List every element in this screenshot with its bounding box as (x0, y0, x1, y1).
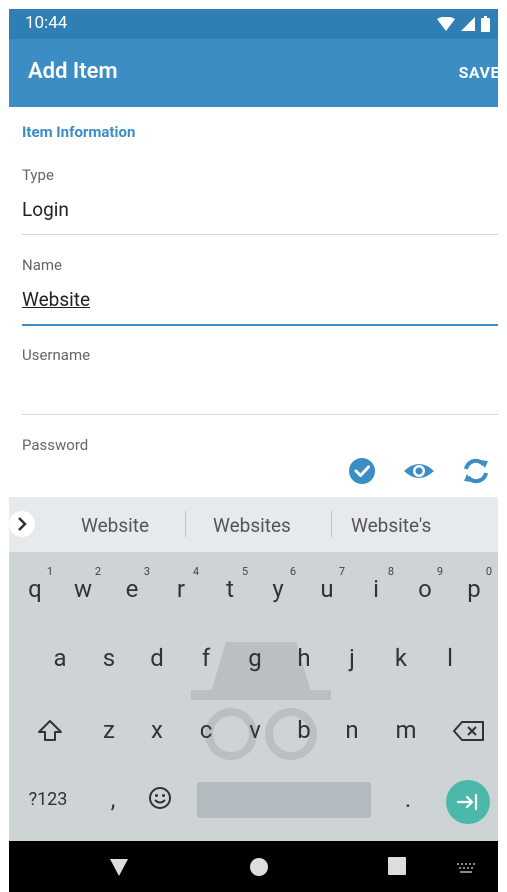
status-icons (437, 16, 490, 32)
key-d[interactable]: d (137, 644, 177, 672)
key-p[interactable]: p0 (454, 565, 494, 603)
symbols-key[interactable]: ?123 (21, 789, 75, 810)
page-title: Add Item (28, 59, 118, 84)
eye-icon[interactable] (403, 457, 435, 485)
suggestion-strip: Website Websites Website's (9, 497, 498, 552)
emoji-key[interactable] (140, 786, 180, 816)
key-label: q (28, 575, 42, 603)
key-label: e (125, 575, 139, 603)
expand-suggestions-button[interactable] (9, 511, 35, 537)
username-label: Username (22, 346, 91, 364)
key-label: p (467, 575, 481, 603)
key-m[interactable]: m (386, 716, 426, 744)
system-nav-bar (9, 841, 498, 892)
username-divider (22, 414, 498, 415)
home-icon[interactable] (249, 857, 269, 877)
type-label: Type (22, 166, 54, 184)
key-q[interactable]: q1 (15, 565, 55, 603)
back-icon[interactable] (109, 857, 129, 877)
check-password-icon[interactable] (348, 457, 376, 485)
key-w[interactable]: w2 (63, 565, 103, 603)
name-label: Name (22, 256, 62, 274)
key-hint: 0 (485, 565, 492, 578)
key-label: o (418, 575, 432, 603)
name-underline (22, 324, 498, 326)
key-b[interactable]: b (284, 716, 324, 744)
backspace-icon (453, 721, 484, 741)
password-label: Password (22, 436, 89, 454)
soft-keyboard: Website Websites Website's q1 w2 e3 r4 t… (9, 497, 498, 841)
generate-password-icon[interactable] (462, 457, 490, 485)
key-hint: 1 (46, 565, 53, 578)
next-field-key[interactable] (446, 780, 490, 824)
key-h[interactable]: h (284, 644, 324, 672)
comma-key[interactable]: , (93, 785, 133, 813)
username-input[interactable] (22, 369, 498, 413)
key-l[interactable]: l (430, 644, 470, 672)
key-c[interactable]: c (186, 716, 226, 744)
key-hint: 2 (94, 565, 101, 578)
type-select[interactable]: Login (22, 198, 69, 221)
wifi-icon (437, 17, 455, 31)
key-label: y (272, 575, 284, 603)
key-k[interactable]: k (381, 644, 421, 672)
backspace-key[interactable] (449, 720, 489, 748)
key-hint: 8 (387, 565, 394, 578)
password-input[interactable] (22, 457, 338, 493)
key-label: w (73, 575, 93, 603)
key-f[interactable]: f (186, 644, 226, 672)
section-title: Item Information (22, 123, 136, 141)
chevron-right-icon (18, 517, 27, 531)
key-label: t (226, 575, 234, 603)
key-e[interactable]: e3 (112, 565, 152, 603)
suggestion-item[interactable]: Website (81, 514, 149, 537)
key-hint: 9 (436, 565, 443, 578)
name-input[interactable]: Website (22, 288, 90, 311)
key-o[interactable]: o9 (405, 565, 445, 603)
shift-icon (38, 720, 62, 741)
key-z[interactable]: z (89, 716, 129, 744)
key-n[interactable]: n (332, 716, 372, 744)
key-hint: 7 (338, 565, 345, 578)
key-i[interactable]: i8 (356, 565, 396, 603)
key-hint: 3 (143, 565, 150, 578)
item-form: Item Information Type Login Name Website… (9, 107, 498, 497)
key-g[interactable]: g (235, 644, 275, 672)
suggestion-divider (331, 511, 332, 537)
shift-key[interactable] (30, 718, 70, 750)
app-bar: Add Item SAVE (9, 39, 500, 107)
key-a[interactable]: a (40, 644, 80, 672)
key-j[interactable]: j (332, 644, 372, 672)
period-key[interactable]: . (388, 785, 428, 813)
signal-icon (461, 17, 475, 31)
key-r[interactable]: r4 (161, 565, 201, 603)
key-y[interactable]: y6 (258, 565, 298, 603)
key-s[interactable]: s (89, 644, 129, 672)
suggestion-item[interactable]: Website's (351, 514, 431, 537)
status-time: 10:44 (25, 13, 68, 33)
key-hint: 6 (289, 565, 296, 578)
key-t[interactable]: t5 (210, 565, 250, 603)
type-divider (22, 234, 498, 235)
key-u[interactable]: u7 (307, 565, 347, 603)
key-hint: 4 (192, 565, 199, 578)
battery-icon (481, 16, 490, 32)
emoji-icon (149, 787, 171, 809)
key-x[interactable]: x (137, 716, 177, 744)
suggestion-item[interactable]: Websites (213, 514, 291, 537)
tab-next-icon (457, 793, 478, 811)
space-key[interactable] (197, 782, 371, 818)
save-button[interactable]: SAVE (459, 63, 500, 82)
status-bar: 10:44 (9, 9, 498, 39)
key-v[interactable]: v (235, 716, 275, 744)
key-hint: 5 (241, 565, 248, 578)
suggestion-divider (185, 511, 186, 537)
key-label: i (373, 575, 379, 603)
key-label: u (320, 575, 334, 603)
keyboard-switch-icon[interactable] (457, 863, 475, 873)
key-label: r (176, 575, 186, 603)
recents-icon[interactable] (388, 857, 406, 875)
